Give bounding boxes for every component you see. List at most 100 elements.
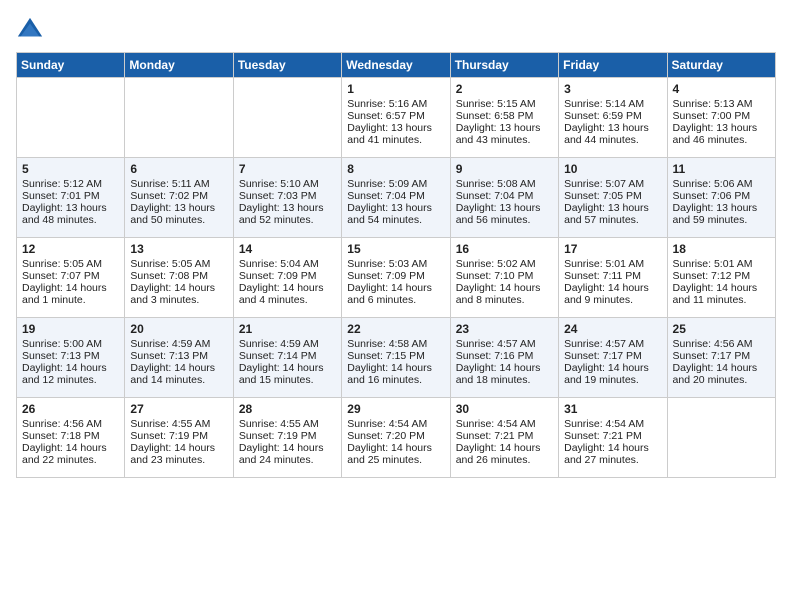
day-info-line: Sunrise: 4:55 AM	[239, 418, 336, 430]
day-info-line: Sunset: 7:20 PM	[347, 430, 444, 442]
day-header-wednesday: Wednesday	[342, 53, 450, 78]
day-info-line: Sunset: 7:16 PM	[456, 350, 553, 362]
day-info-line: Daylight: 13 hours	[347, 122, 444, 134]
calendar-cell: 3Sunrise: 5:14 AMSunset: 6:59 PMDaylight…	[559, 78, 667, 158]
day-number: 11	[673, 162, 770, 176]
day-info-line: Daylight: 13 hours	[673, 122, 770, 134]
day-info-line: Sunrise: 5:15 AM	[456, 98, 553, 110]
day-info-line: and 20 minutes.	[673, 374, 770, 386]
day-info-line: Sunset: 7:07 PM	[22, 270, 119, 282]
day-number: 23	[456, 322, 553, 336]
day-info-line: Sunrise: 5:01 AM	[564, 258, 661, 270]
day-number: 2	[456, 82, 553, 96]
calendar-cell: 25Sunrise: 4:56 AMSunset: 7:17 PMDayligh…	[667, 318, 775, 398]
day-info-line: Sunset: 7:01 PM	[22, 190, 119, 202]
calendar-cell: 21Sunrise: 4:59 AMSunset: 7:14 PMDayligh…	[233, 318, 341, 398]
day-info-line: Sunrise: 5:07 AM	[564, 178, 661, 190]
calendar-cell: 28 Sunrise: 4:55 AMSunset: 7:19 PMDayligh…	[233, 398, 341, 478]
day-info-line: and 52 minutes.	[239, 214, 336, 226]
calendar-cell: 8Sunrise: 5:09 AMSunset: 7:04 PMDaylight…	[342, 158, 450, 238]
day-info-line: Daylight: 14 hours	[239, 282, 336, 294]
day-info-line: Daylight: 13 hours	[22, 202, 119, 214]
day-info-line: Sunrise: 5:16 AM	[347, 98, 444, 110]
day-info-line: Sunset: 7:03 PM	[239, 190, 336, 202]
day-info-line: Daylight: 14 hours	[130, 362, 227, 374]
day-info-line: and 14 minutes.	[130, 374, 227, 386]
day-number: 15	[347, 242, 444, 256]
day-info-line: and 50 minutes.	[130, 214, 227, 226]
day-info-line: Sunset: 7:04 PM	[456, 190, 553, 202]
day-info-line: Daylight: 14 hours	[564, 442, 661, 454]
calendar-week-row: 1Sunrise: 5:16 AMSunset: 6:57 PMDaylight…	[17, 78, 776, 158]
day-number: 4	[673, 82, 770, 96]
day-number: 3	[564, 82, 661, 96]
day-info-line: Sunset: 7:05 PM	[564, 190, 661, 202]
calendar-cell: 4Sunrise: 5:13 AMSunset: 7:00 PMDaylight…	[667, 78, 775, 158]
day-info-line: Daylight: 14 hours	[22, 282, 119, 294]
day-info-line: Sunrise: 5:00 AM	[22, 338, 119, 350]
calendar-week-row: 26Sunrise: 4:56 AMSunset: 7:18 PMDayligh…	[17, 398, 776, 478]
day-info-line: Sunset: 6:59 PM	[564, 110, 661, 122]
day-info-line: and 27 minutes.	[564, 454, 661, 466]
calendar-cell: 30Sunrise: 4:54 AMSunset: 7:21 PMDayligh…	[450, 398, 558, 478]
day-header-tuesday: Tuesday	[233, 53, 341, 78]
day-number: 1	[347, 82, 444, 96]
day-number: 29	[347, 402, 444, 416]
calendar-cell	[667, 398, 775, 478]
day-info-line: Sunset: 6:57 PM	[347, 110, 444, 122]
day-info-line: Sunrise: 5:05 AM	[130, 258, 227, 270]
day-info-line: Daylight: 14 hours	[347, 362, 444, 374]
day-info-line: Daylight: 14 hours	[239, 362, 336, 374]
day-info-line: Sunset: 7:06 PM	[673, 190, 770, 202]
day-info-line: Daylight: 13 hours	[564, 122, 661, 134]
day-number: 16	[456, 242, 553, 256]
day-info-line: and 23 minutes.	[130, 454, 227, 466]
day-info-line: Sunrise: 5:03 AM	[347, 258, 444, 270]
day-info-line: and 48 minutes.	[22, 214, 119, 226]
day-number: 30	[456, 402, 553, 416]
day-info-line: Daylight: 14 hours	[130, 282, 227, 294]
day-number: 31	[564, 402, 661, 416]
day-info-line: and 4 minutes.	[239, 294, 336, 306]
day-info-line: Daylight: 14 hours	[347, 282, 444, 294]
day-number: 7	[239, 162, 336, 176]
day-info-line: and 19 minutes.	[564, 374, 661, 386]
day-number: 25	[673, 322, 770, 336]
day-info-line: Sunset: 7:21 PM	[456, 430, 553, 442]
day-info-line: Sunrise: 5:09 AM	[347, 178, 444, 190]
day-info-line: Daylight: 14 hours	[22, 362, 119, 374]
day-number: 13	[130, 242, 227, 256]
day-info-line: Sunrise: 5:02 AM	[456, 258, 553, 270]
day-info-line: Sunset: 7:13 PM	[130, 350, 227, 362]
day-info-line: Daylight: 14 hours	[239, 442, 336, 454]
day-number: 28	[239, 402, 336, 416]
calendar-cell: 9Sunrise: 5:08 AMSunset: 7:04 PMDaylight…	[450, 158, 558, 238]
calendar-cell: 29Sunrise: 4:54 AMSunset: 7:20 PMDayligh…	[342, 398, 450, 478]
day-info-line: Sunset: 7:12 PM	[673, 270, 770, 282]
day-info-line: Daylight: 14 hours	[456, 442, 553, 454]
calendar-cell: 6Sunrise: 5:11 AMSunset: 7:02 PMDaylight…	[125, 158, 233, 238]
calendar-week-row: 12Sunrise: 5:05 AMSunset: 7:07 PMDayligh…	[17, 238, 776, 318]
calendar-cell: 20Sunrise: 4:59 AMSunset: 7:13 PMDayligh…	[125, 318, 233, 398]
day-info-line: Daylight: 14 hours	[564, 362, 661, 374]
day-info-line: and 25 minutes.	[347, 454, 444, 466]
day-info-line: Sunset: 7:17 PM	[673, 350, 770, 362]
day-info-line: Daylight: 14 hours	[456, 362, 553, 374]
day-info-line: and 1 minute.	[22, 294, 119, 306]
day-info-line: and 9 minutes.	[564, 294, 661, 306]
calendar-header-row: SundayMondayTuesdayWednesdayThursdayFrid…	[17, 53, 776, 78]
day-info-line: Sunrise: 5:04 AM	[239, 258, 336, 270]
day-info-line: Sunrise: 4:56 AM	[22, 418, 119, 430]
day-info-line: Sunset: 7:21 PM	[564, 430, 661, 442]
day-info-line: Daylight: 13 hours	[239, 202, 336, 214]
calendar-week-row: 19Sunrise: 5:00 AMSunset: 7:13 PMDayligh…	[17, 318, 776, 398]
calendar-cell: 7Sunrise: 5:10 AMSunset: 7:03 PMDaylight…	[233, 158, 341, 238]
day-info-line: Daylight: 13 hours	[130, 202, 227, 214]
calendar-table: SundayMondayTuesdayWednesdayThursdayFrid…	[16, 52, 776, 478]
day-info-line: and 3 minutes.	[130, 294, 227, 306]
day-info-line: Sunset: 7:15 PM	[347, 350, 444, 362]
day-info-line: Sunset: 7:19 PM	[239, 430, 336, 442]
calendar-cell: 12Sunrise: 5:05 AMSunset: 7:07 PMDayligh…	[17, 238, 125, 318]
day-header-thursday: Thursday	[450, 53, 558, 78]
day-info-line: Sunset: 6:58 PM	[456, 110, 553, 122]
